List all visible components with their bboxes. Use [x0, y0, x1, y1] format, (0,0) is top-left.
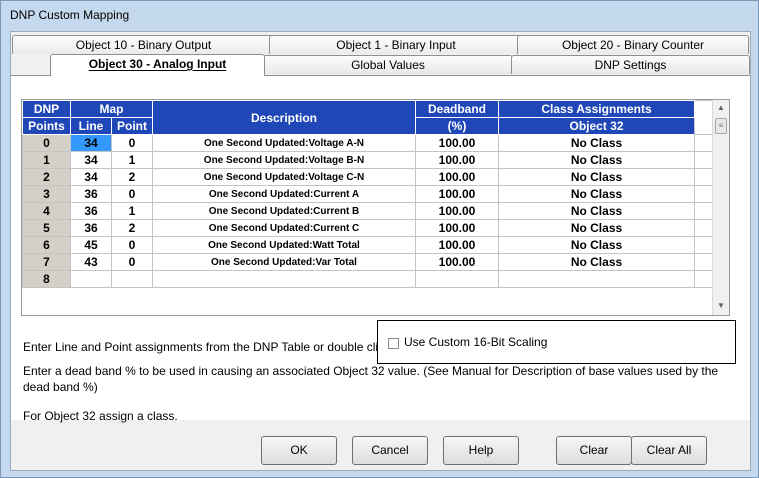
- line-cell[interactable]: 36: [70, 185, 112, 203]
- dnp-point-cell: 4: [22, 202, 71, 220]
- deadband-cell[interactable]: [415, 270, 499, 288]
- dnp-point-cell: 6: [22, 236, 71, 254]
- point-cell[interactable]: 0: [111, 236, 153, 254]
- dnp-point-cell: 1: [22, 151, 71, 169]
- line-cell[interactable]: 36: [70, 202, 112, 220]
- deadband-cell[interactable]: 100.00: [415, 151, 499, 169]
- dnp-point-cell: 5: [22, 219, 71, 237]
- tab-object-30-analog-input[interactable]: Object 30 - Analog Input: [50, 54, 265, 76]
- description-cell[interactable]: One Second Updated:Current A: [152, 185, 416, 203]
- table-row: 5 36 2 One Second Updated:Current C 100.…: [22, 219, 729, 237]
- header-class-assignments: Class Assignments: [498, 100, 695, 118]
- deadband-cell[interactable]: 100.00: [415, 202, 499, 220]
- deadband-cell[interactable]: 100.00: [415, 236, 499, 254]
- description-cell[interactable]: One Second Updated:Watt Total: [152, 236, 416, 254]
- cancel-button[interactable]: Cancel: [352, 436, 428, 465]
- point-cell[interactable]: 0: [111, 253, 153, 271]
- deadband-cell[interactable]: 100.00: [415, 185, 499, 203]
- table-row: 1 34 1 One Second Updated:Voltage B-N 10…: [22, 151, 729, 169]
- description-cell[interactable]: One Second Updated:Voltage C-N: [152, 168, 416, 186]
- custom-scaling-checkbox[interactable]: [388, 338, 399, 349]
- tab-object-10-binary-output[interactable]: Object 10 - Binary Output: [12, 35, 275, 54]
- class-cell[interactable]: No Class: [498, 168, 695, 186]
- grip-lines-icon[interactable]: ≡: [715, 118, 727, 134]
- tab-global-values[interactable]: Global Values: [263, 55, 513, 74]
- line-cell[interactable]: [70, 270, 112, 288]
- table-row: 8: [22, 270, 729, 288]
- line-cell[interactable]: 34: [70, 168, 112, 186]
- class-cell[interactable]: [498, 270, 695, 288]
- point-cell[interactable]: 2: [111, 219, 153, 237]
- triangle-down-icon[interactable]: ▼: [713, 298, 729, 314]
- point-cell[interactable]: [111, 270, 153, 288]
- header-deadband-percent: (%): [415, 117, 499, 135]
- tab-object-1-binary-input[interactable]: Object 1 - Binary Input: [269, 35, 523, 54]
- info-dead-band: Enter a dead band % to be used in causin…: [23, 364, 719, 394]
- ok-button[interactable]: OK: [261, 436, 337, 465]
- description-cell[interactable]: One Second Updated:Current C: [152, 219, 416, 237]
- description-cell[interactable]: One Second Updated:Var Total: [152, 253, 416, 271]
- header-map: Map: [70, 100, 153, 118]
- table-row: 6 45 0 One Second Updated:Watt Total 100…: [22, 236, 729, 254]
- table-row: 0 34 0 One Second Updated:Voltage A-N 10…: [22, 134, 729, 152]
- line-cell[interactable]: 43: [70, 253, 112, 271]
- description-cell[interactable]: One Second Updated:Voltage B-N: [152, 151, 416, 169]
- dialog-body: Object 10 - Binary Output Object 1 - Bin…: [10, 31, 751, 471]
- custom-scaling-label[interactable]: Use Custom 16-Bit Scaling: [404, 335, 547, 349]
- dnp-custom-mapping-window: DNP Custom Mapping Object 10 - Binary Ou…: [0, 0, 759, 478]
- dnp-point-cell: 3: [22, 185, 71, 203]
- line-cell[interactable]: 45: [70, 236, 112, 254]
- header-deadband: Deadband: [415, 100, 499, 118]
- deadband-cell[interactable]: 100.00: [415, 253, 499, 271]
- table-row: 4 36 1 One Second Updated:Current B 100.…: [22, 202, 729, 220]
- point-cell[interactable]: 1: [111, 151, 153, 169]
- point-cell[interactable]: 0: [111, 185, 153, 203]
- tab-object-20-binary-counter[interactable]: Object 20 - Binary Counter: [517, 35, 749, 54]
- custom-scaling-box: Use Custom 16-Bit Scaling: [377, 320, 736, 364]
- class-cell[interactable]: No Class: [498, 185, 695, 203]
- deadband-cell[interactable]: 100.00: [415, 219, 499, 237]
- table-row: 3 36 0 One Second Updated:Current A 100.…: [22, 185, 729, 203]
- dnp-point-cell: 7: [22, 253, 71, 271]
- description-cell[interactable]: One Second Updated:Voltage A-N: [152, 134, 416, 152]
- table-row: 7 43 0 One Second Updated:Var Total 100.…: [22, 253, 729, 271]
- description-cell[interactable]: One Second Updated:Current B: [152, 202, 416, 220]
- dnp-mapping-table: DNP Map Description Deadband Class Assig…: [22, 100, 729, 288]
- point-cell[interactable]: 1: [111, 202, 153, 220]
- class-cell[interactable]: No Class: [498, 151, 695, 169]
- class-cell[interactable]: No Class: [498, 236, 695, 254]
- header-line: Line: [70, 117, 112, 135]
- help-button[interactable]: Help: [443, 436, 519, 465]
- info-object-32-class: For Object 32 assign a class.: [23, 409, 178, 423]
- header-point: Point: [111, 117, 153, 135]
- line-cell[interactable]: 34: [70, 151, 112, 169]
- triangle-up-icon[interactable]: ▲: [713, 100, 729, 116]
- table-row: 2 34 2 One Second Updated:Voltage C-N 10…: [22, 168, 729, 186]
- dnp-point-cell: 8: [22, 270, 71, 288]
- deadband-cell[interactable]: 100.00: [415, 134, 499, 152]
- header-object-32: Object 32: [498, 117, 695, 135]
- class-cell[interactable]: No Class: [498, 253, 695, 271]
- class-cell[interactable]: No Class: [498, 202, 695, 220]
- clear-all-button[interactable]: Clear All: [631, 436, 707, 465]
- deadband-cell[interactable]: 100.00: [415, 168, 499, 186]
- class-cell[interactable]: No Class: [498, 219, 695, 237]
- analog-input-panel: DNP Map Description Deadband Class Assig…: [11, 76, 750, 423]
- header-description: Description: [152, 100, 416, 135]
- header-dnp: DNP: [22, 100, 71, 118]
- dnp-point-cell: 2: [22, 168, 71, 186]
- line-cell[interactable]: 34: [70, 134, 112, 152]
- grid-vertical-scrollbar[interactable]: ▲ ≡ ▼: [712, 100, 729, 315]
- tab-dnp-settings[interactable]: DNP Settings: [511, 55, 750, 74]
- clear-button[interactable]: Clear: [556, 436, 632, 465]
- point-cell[interactable]: 0: [111, 134, 153, 152]
- window-title: DNP Custom Mapping: [10, 8, 130, 22]
- dnp-point-cell: 0: [22, 134, 71, 152]
- class-cell[interactable]: No Class: [498, 134, 695, 152]
- description-cell[interactable]: [152, 270, 416, 288]
- point-cell[interactable]: 2: [111, 168, 153, 186]
- header-points: Points: [22, 117, 71, 135]
- line-cell[interactable]: 36: [70, 219, 112, 237]
- dnp-mapping-grid: DNP Map Description Deadband Class Assig…: [21, 99, 730, 316]
